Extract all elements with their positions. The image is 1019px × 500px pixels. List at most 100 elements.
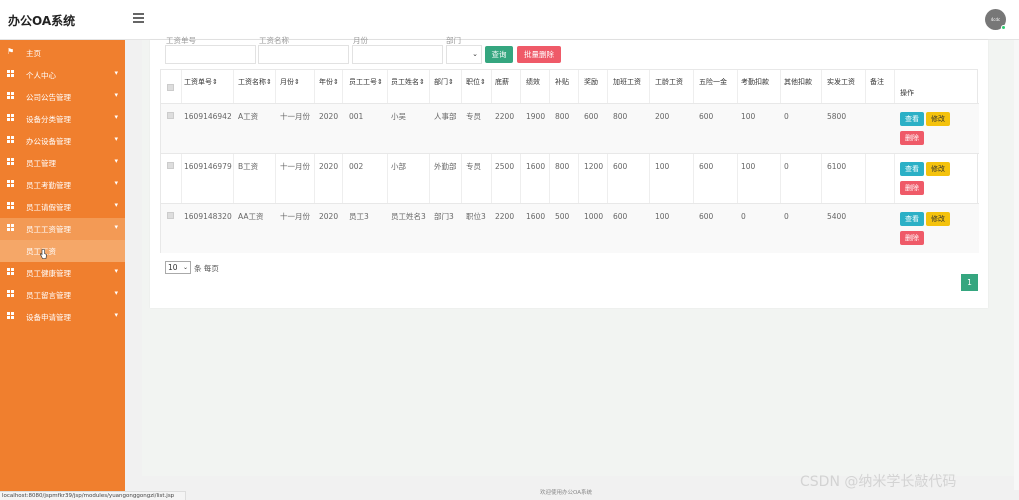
table-cell-year: 2020 bbox=[319, 162, 339, 171]
table-cell-emp_name: 员工姓名3 bbox=[391, 212, 426, 221]
column-header-label: 工资单号 bbox=[184, 78, 212, 86]
menu-toggle-icon[interactable] bbox=[133, 13, 144, 24]
edit-button[interactable]: 修改 bbox=[926, 162, 950, 176]
watermark: CSDN @纳米学长敲代码 bbox=[800, 474, 957, 490]
table-cell-attendance_deduct: 0 bbox=[741, 212, 746, 221]
column-header[interactable]: 员工姓名⇕ bbox=[391, 70, 429, 103]
row-checkbox[interactable] bbox=[167, 212, 174, 219]
column-header[interactable]: 部门⇕ bbox=[434, 70, 460, 103]
view-button[interactable]: 查看 bbox=[900, 212, 924, 226]
column-header[interactable]: 工资单号⇕ bbox=[184, 70, 234, 103]
sidebar-item-0[interactable]: ⚑ 主页 bbox=[0, 42, 125, 64]
table-cell-net: 5800 bbox=[827, 112, 847, 121]
view-button[interactable]: 查看 bbox=[900, 112, 924, 126]
table-cell-emp_no: 员工3 bbox=[349, 212, 369, 221]
column-header[interactable]: 五险一金 bbox=[699, 70, 737, 103]
table-cell-emp_no: 002 bbox=[349, 162, 364, 171]
page-button-1[interactable]: 1 bbox=[961, 274, 978, 291]
view-button[interactable]: 查看 bbox=[900, 162, 924, 176]
chevron-down-icon: ▾ bbox=[114, 69, 118, 77]
table-cell-overtime: 800 bbox=[613, 112, 628, 121]
column-header[interactable]: 考勤扣款 bbox=[741, 70, 775, 103]
sort-icon: ⇕ bbox=[266, 78, 272, 86]
salary-name-input[interactable] bbox=[258, 45, 349, 64]
row-checkbox[interactable] bbox=[167, 112, 174, 119]
column-header-label: 部门 bbox=[434, 78, 448, 86]
grid-icon bbox=[7, 92, 15, 100]
table-cell-bonus: 600 bbox=[584, 112, 599, 121]
delete-button[interactable]: 删除 bbox=[900, 231, 924, 245]
table-cell-name: B工资 bbox=[238, 162, 259, 171]
table-cell-month: 十一月份 bbox=[280, 112, 310, 121]
column-header-label: 操作 bbox=[900, 89, 914, 97]
table-cell-insurance: 600 bbox=[699, 112, 714, 121]
column-header[interactable]: 月份⇕ bbox=[280, 70, 314, 103]
column-header-label: 员工姓名 bbox=[391, 78, 419, 86]
sidebar-subitem-salary[interactable]: 员工工资 bbox=[0, 240, 125, 262]
column-header[interactable]: 绩效 bbox=[526, 70, 548, 103]
scrollbar[interactable] bbox=[1014, 40, 1019, 490]
sidebar-item-10[interactable]: 员工留言管理 ▾ bbox=[0, 284, 125, 306]
sidebar-item-3[interactable]: 设备分类管理 ▾ bbox=[0, 108, 125, 130]
delete-button[interactable]: 删除 bbox=[900, 131, 924, 145]
table-cell-other_deduct: 0 bbox=[784, 162, 789, 171]
column-header[interactable]: 实发工资 bbox=[827, 70, 861, 103]
app-title: 办公OA系统 bbox=[8, 14, 76, 28]
sidebar-item-8[interactable]: 员工工资管理 ▾ bbox=[0, 218, 125, 240]
sidebar-item-2[interactable]: 公司公告管理 ▾ bbox=[0, 86, 125, 108]
grid-icon bbox=[7, 268, 15, 276]
search-button[interactable]: 查询 bbox=[485, 46, 513, 63]
batch-delete-button[interactable]: 批量删除 bbox=[517, 46, 561, 63]
chevron-down-icon: ▾ bbox=[114, 135, 118, 143]
column-header[interactable]: 职位⇕ bbox=[466, 70, 488, 103]
table-cell-bonus: 1200 bbox=[584, 162, 604, 171]
sidebar-item-5[interactable]: 员工管理 ▾ bbox=[0, 152, 125, 174]
edit-button[interactable]: 修改 bbox=[926, 112, 950, 126]
column-header[interactable]: 其他扣款 bbox=[784, 70, 818, 103]
column-header-label: 加班工资 bbox=[613, 78, 641, 86]
sidebar-item-label: 设备申请管理 bbox=[26, 313, 71, 322]
column-header[interactable]: 奖励 bbox=[584, 70, 606, 103]
sort-icon: ⇕ bbox=[333, 78, 339, 86]
column-header[interactable]: 年份⇕ bbox=[319, 70, 341, 103]
column-header[interactable]: 加班工资 bbox=[613, 70, 649, 103]
column-header[interactable]: 补贴 bbox=[555, 70, 577, 103]
sidebar-item-11[interactable]: 设备申请管理 ▾ bbox=[0, 306, 125, 328]
select-all-checkbox[interactable] bbox=[167, 84, 174, 91]
sidebar-item-4[interactable]: 办公设备管理 ▾ bbox=[0, 130, 125, 152]
salary-table: 工资单号⇕ 工资名称⇕ 月份⇕ 年份⇕ 员工工号⇕ 员工姓名⇕ 部门⇕ 职位⇕ 底薪 绩效 补贴 奖励… bbox=[160, 69, 979, 253]
column-header[interactable]: 工资名称⇕ bbox=[238, 70, 278, 103]
column-header[interactable]: 备注 bbox=[870, 70, 892, 103]
table-cell-other_deduct: 0 bbox=[784, 112, 789, 121]
chevron-down-icon: ▾ bbox=[114, 289, 118, 297]
table-cell-overtime: 600 bbox=[613, 162, 628, 171]
dept-select[interactable]: ⌄ bbox=[446, 45, 482, 64]
table-cell-no: 1609148320 bbox=[184, 212, 232, 221]
page-size-select[interactable]: 10 ⌄ bbox=[165, 261, 191, 274]
delete-button[interactable]: 删除 bbox=[900, 181, 924, 195]
sort-icon: ⇕ bbox=[212, 78, 218, 86]
salary-no-input[interactable] bbox=[165, 45, 256, 64]
sidebar-item-6[interactable]: 员工考勤管理 ▾ bbox=[0, 174, 125, 196]
sidebar-item-9[interactable]: 员工健康管理 ▾ bbox=[0, 262, 125, 284]
column-header[interactable]: 操作 bbox=[900, 70, 940, 103]
column-header-label: 底薪 bbox=[495, 78, 509, 86]
flag-icon: ⚑ bbox=[7, 47, 15, 56]
sidebar-item-7[interactable]: 员工请假管理 ▾ bbox=[0, 196, 125, 218]
column-header-label: 备注 bbox=[870, 78, 884, 86]
table-cell-position: 专员 bbox=[466, 112, 481, 121]
column-header[interactable]: 员工工号⇕ bbox=[349, 70, 387, 103]
column-header[interactable]: 底薪 bbox=[495, 70, 517, 103]
table-cell-allowance: 800 bbox=[555, 162, 570, 171]
month-input[interactable] bbox=[352, 45, 443, 64]
column-header[interactable]: 工龄工资 bbox=[655, 70, 691, 103]
table-cell-overtime: 600 bbox=[613, 212, 628, 221]
grid-icon bbox=[7, 312, 15, 320]
table-cell-perf: 1900 bbox=[526, 112, 546, 121]
table-cell-month: 十一月份 bbox=[280, 162, 310, 171]
sidebar-item-1[interactable]: 个人中心 ▾ bbox=[0, 64, 125, 86]
chevron-down-icon: ▾ bbox=[114, 201, 118, 209]
edit-button[interactable]: 修改 bbox=[926, 212, 950, 226]
table-cell-emp_name: 小部 bbox=[391, 162, 406, 171]
row-checkbox[interactable] bbox=[167, 162, 174, 169]
